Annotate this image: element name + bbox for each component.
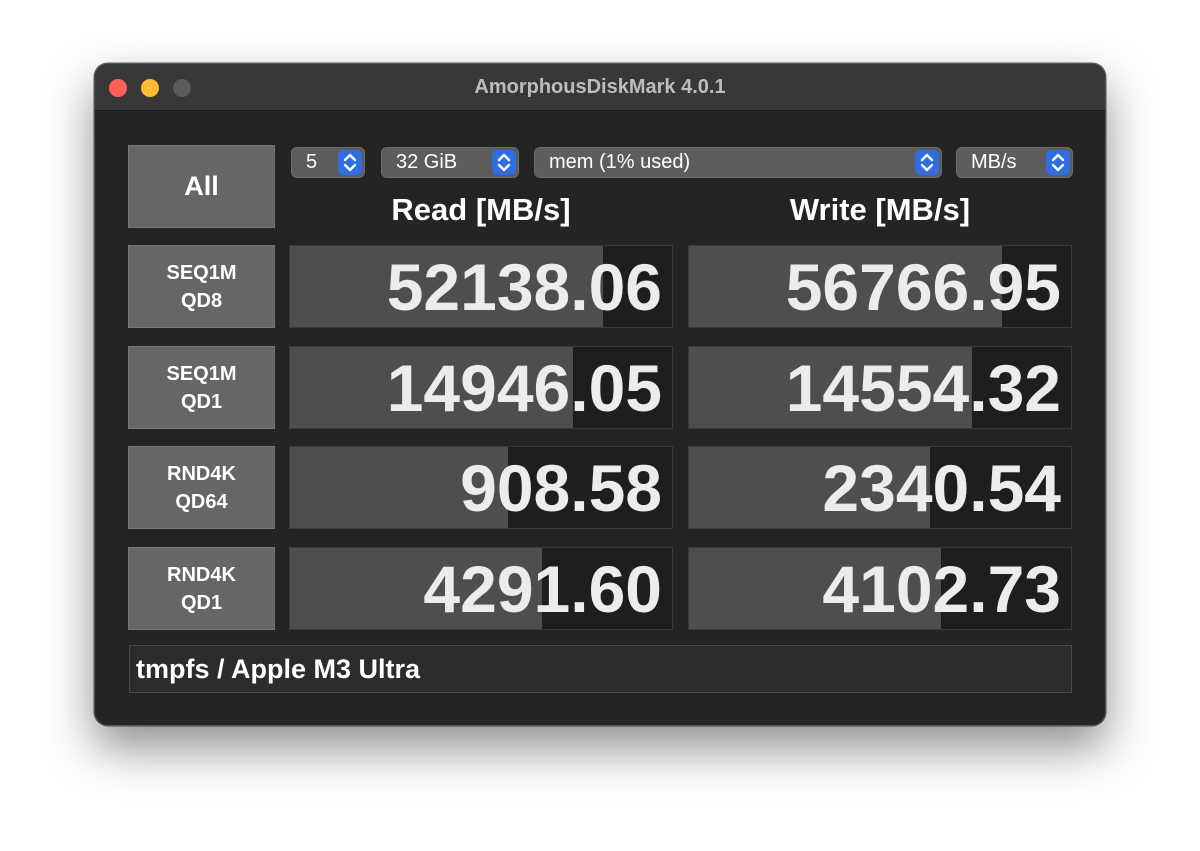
read-result-seq1m-qd8: 52138.06: [289, 245, 673, 328]
test-button-line1: SEQ1M: [166, 261, 237, 284]
unit-select[interactable]: MB/s: [956, 147, 1073, 178]
test-button-line1: RND4K: [167, 462, 236, 485]
unit-value: MB/s: [971, 151, 1017, 173]
read-value: 4291.60: [423, 552, 662, 626]
read-value: 52138.06: [386, 250, 662, 324]
comment-field[interactable]: tmpfs / Apple M3 Ultra: [129, 645, 1072, 693]
test-button-line2: QD1: [180, 390, 223, 413]
test-button-seq1m-qd8[interactable]: SEQ1M QD8: [128, 245, 275, 328]
test-size-select[interactable]: 32 GiB: [381, 147, 519, 178]
read-result-rnd4k-qd64: 908.58: [289, 446, 673, 529]
test-count-value: 5: [306, 151, 318, 173]
write-result-seq1m-qd1: 14554.32: [688, 346, 1072, 429]
read-value: 908.58: [460, 451, 662, 525]
test-size-value: 32 GiB: [396, 151, 458, 173]
title-bar: AmorphousDiskMark 4.0.1: [95, 64, 1105, 111]
run-all-button[interactable]: All: [128, 145, 275, 228]
chevron-up-down-icon: [338, 150, 362, 175]
write-result-seq1m-qd8: 56766.95: [688, 245, 1072, 328]
write-value: 56766.95: [785, 250, 1061, 324]
read-result-rnd4k-qd1: 4291.60: [289, 547, 673, 630]
write-value: 4102.73: [822, 552, 1061, 626]
test-button-line2: QD64: [175, 490, 228, 513]
read-value: 14946.05: [386, 351, 662, 425]
chevron-up-down-icon: [1046, 150, 1070, 175]
write-value: 2340.54: [822, 451, 1061, 525]
chevron-up-down-icon: [492, 150, 516, 175]
test-button-rnd4k-qd1[interactable]: RND4K QD1: [128, 547, 275, 630]
write-value: 14554.32: [785, 351, 1061, 425]
test-count-select[interactable]: 5: [291, 147, 365, 178]
app-window: AmorphousDiskMark 4.0.1 All 5 32 GiB mem…: [94, 63, 1106, 726]
test-button-line1: RND4K: [167, 563, 236, 586]
write-column-header: Write [MB/s]: [789, 192, 971, 227]
test-button-rnd4k-qd64[interactable]: RND4K QD64: [128, 446, 275, 529]
read-column-header: Read [MB/s]: [391, 192, 571, 227]
test-button-seq1m-qd1[interactable]: SEQ1M QD1: [128, 346, 275, 429]
target-volume-value: mem (1% used): [549, 151, 691, 173]
test-button-line1: SEQ1M: [166, 362, 237, 385]
chevron-up-down-icon: [915, 150, 939, 175]
write-result-rnd4k-qd64: 2340.54: [688, 446, 1072, 529]
window-title: AmorphousDiskMark 4.0.1: [474, 76, 726, 98]
read-result-seq1m-qd1: 14946.05: [289, 346, 673, 429]
test-button-line2: QD1: [180, 591, 223, 614]
write-result-rnd4k-qd1: 4102.73: [688, 547, 1072, 630]
target-volume-select[interactable]: mem (1% used): [534, 147, 942, 178]
test-button-line2: QD8: [180, 289, 223, 312]
